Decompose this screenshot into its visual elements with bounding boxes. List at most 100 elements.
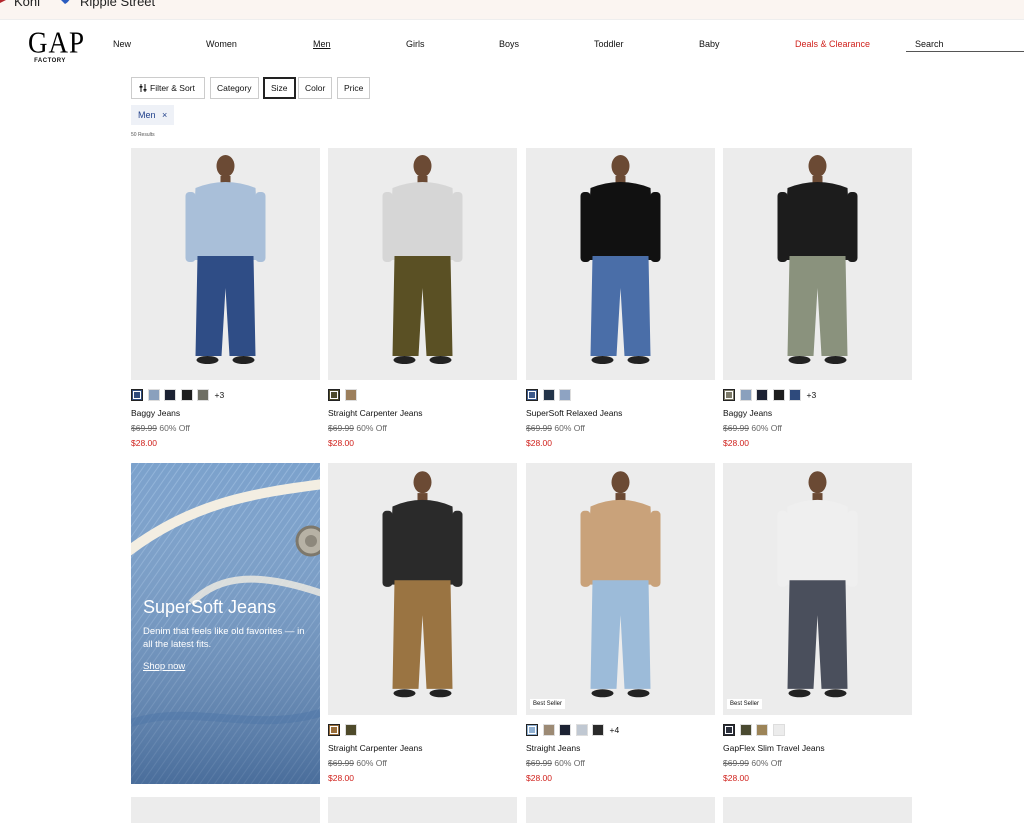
site-header: GAP FACTORY New Women Men Girls Boys Tod… xyxy=(0,20,1024,70)
top-strip-left-text[interactable]: Kohl xyxy=(14,0,40,9)
price-discount-row: $69.99 60% Off xyxy=(328,423,387,433)
color-swatch[interactable] xyxy=(328,724,340,736)
discount-label: 60% Off xyxy=(552,758,585,768)
color-swatch[interactable] xyxy=(328,389,340,401)
nav-item-girls[interactable]: Girls xyxy=(406,39,425,49)
nav-item-deals[interactable]: Deals & Clearance xyxy=(795,39,870,49)
price-discount-row: $69.99 60% Off xyxy=(526,423,585,433)
product-photo[interactable] xyxy=(328,463,517,715)
model-figure xyxy=(393,689,416,698)
category-filter-button[interactable]: Category xyxy=(210,77,259,99)
model-figure xyxy=(388,182,457,260)
product-photo[interactable] xyxy=(131,797,320,823)
product-name[interactable]: Baggy Jeans xyxy=(723,408,772,418)
color-swatch[interactable] xyxy=(131,389,143,401)
model-figure xyxy=(650,192,661,262)
sale-price: $28.00 xyxy=(723,773,749,783)
applied-filter-men[interactable]: Men × xyxy=(131,105,175,125)
product-name[interactable]: Baggy Jeans xyxy=(131,408,180,418)
model-figure xyxy=(216,155,235,177)
nav-item-toddler[interactable]: Toddler xyxy=(594,39,624,49)
product-name[interactable]: Straight Carpenter Jeans xyxy=(328,743,423,753)
model-figure xyxy=(586,182,655,260)
product-photo[interactable]: Best Seller xyxy=(526,463,715,715)
model-figure xyxy=(590,580,651,689)
product-photo[interactable]: Best Seller xyxy=(723,463,912,715)
denim-texture-image xyxy=(131,463,320,784)
filter-sort-button[interactable]: Filter & Sort xyxy=(131,77,205,99)
product-photo[interactable] xyxy=(328,797,517,823)
product-name[interactable]: SuperSoft Relaxed Jeans xyxy=(526,408,622,418)
color-swatch[interactable] xyxy=(147,389,160,401)
sale-price: $28.00 xyxy=(526,438,552,448)
price-discount-row: $69.99 60% Off xyxy=(723,758,782,768)
sale-price: $28.00 xyxy=(723,438,749,448)
color-swatch[interactable] xyxy=(559,389,571,401)
color-swatch[interactable] xyxy=(739,389,752,401)
color-swatch[interactable] xyxy=(559,724,571,736)
color-swatch[interactable] xyxy=(739,724,752,736)
color-swatch[interactable] xyxy=(526,389,538,401)
product-name[interactable]: Straight Jeans xyxy=(526,743,580,753)
model-figure xyxy=(452,192,463,262)
color-swatch[interactable] xyxy=(542,389,555,401)
model-figure xyxy=(788,356,811,364)
color-swatch[interactable] xyxy=(575,724,588,736)
color-swatch[interactable] xyxy=(542,724,555,736)
product-photo[interactable] xyxy=(723,797,912,823)
model-figure xyxy=(185,192,196,262)
nav-item-women[interactable]: Women xyxy=(206,39,237,49)
model-figure xyxy=(777,510,788,587)
applied-filter-label: Men xyxy=(138,110,156,120)
color-swatch[interactable] xyxy=(789,389,801,401)
more-colors-link[interactable]: +3 xyxy=(215,389,225,401)
model-figure xyxy=(191,182,260,260)
color-swatch[interactable] xyxy=(526,724,538,736)
promo-shop-now-link[interactable]: Shop now xyxy=(143,661,185,672)
search-input[interactable]: Search xyxy=(906,34,1024,52)
model-figure xyxy=(808,471,827,494)
color-swatch[interactable] xyxy=(344,724,357,736)
color-swatch[interactable] xyxy=(723,389,735,401)
model-figure xyxy=(255,192,266,262)
product-photo[interactable] xyxy=(526,148,715,380)
color-swatch[interactable] xyxy=(592,724,604,736)
product-name[interactable]: GapFlex Slim Travel Jeans xyxy=(723,743,825,753)
color-swatch[interactable] xyxy=(180,389,193,401)
sliders-icon xyxy=(139,84,147,92)
product-name[interactable]: Straight Carpenter Jeans xyxy=(328,408,423,418)
color-swatch[interactable] xyxy=(723,724,735,736)
color-swatch[interactable] xyxy=(197,389,209,401)
size-filter-button[interactable]: Size xyxy=(263,77,296,99)
color-swatch[interactable] xyxy=(344,389,357,401)
product-image xyxy=(382,155,463,364)
color-swatch[interactable] xyxy=(772,724,785,736)
discount-label: 60% Off xyxy=(157,423,190,433)
remove-filter-icon[interactable]: × xyxy=(162,110,167,120)
product-photo[interactable] xyxy=(328,148,517,380)
more-colors-link[interactable]: +4 xyxy=(610,724,620,736)
original-price: $69.99 xyxy=(328,423,354,433)
original-price: $69.99 xyxy=(723,423,749,433)
product-photo[interactable] xyxy=(526,797,715,823)
color-swatch[interactable] xyxy=(756,724,768,736)
promo-tile[interactable]: SuperSoft Jeans Denim that feels like ol… xyxy=(131,463,320,784)
sale-price: $28.00 xyxy=(328,438,354,448)
color-swatch[interactable] xyxy=(756,389,768,401)
top-strip-right-text[interactable]: Ripple Street xyxy=(80,0,155,9)
product-image xyxy=(777,471,858,698)
nav-item-men[interactable]: Men xyxy=(313,39,331,49)
model-figure xyxy=(232,356,255,364)
color-filter-button[interactable]: Color xyxy=(298,77,333,99)
more-colors-link[interactable]: +3 xyxy=(807,389,817,401)
nav-item-new[interactable]: New xyxy=(113,39,131,49)
color-swatch[interactable] xyxy=(164,389,176,401)
price-filter-button[interactable]: Price xyxy=(337,77,371,99)
discount-label: 60% Off xyxy=(749,758,782,768)
product-photo[interactable] xyxy=(723,148,912,380)
color-swatch[interactable] xyxy=(772,389,785,401)
product-photo[interactable] xyxy=(131,148,320,380)
nav-item-baby[interactable]: Baby xyxy=(699,39,720,49)
nav-item-boys[interactable]: Boys xyxy=(499,39,519,49)
gap-factory-logo[interactable]: GAP FACTORY xyxy=(28,26,84,64)
